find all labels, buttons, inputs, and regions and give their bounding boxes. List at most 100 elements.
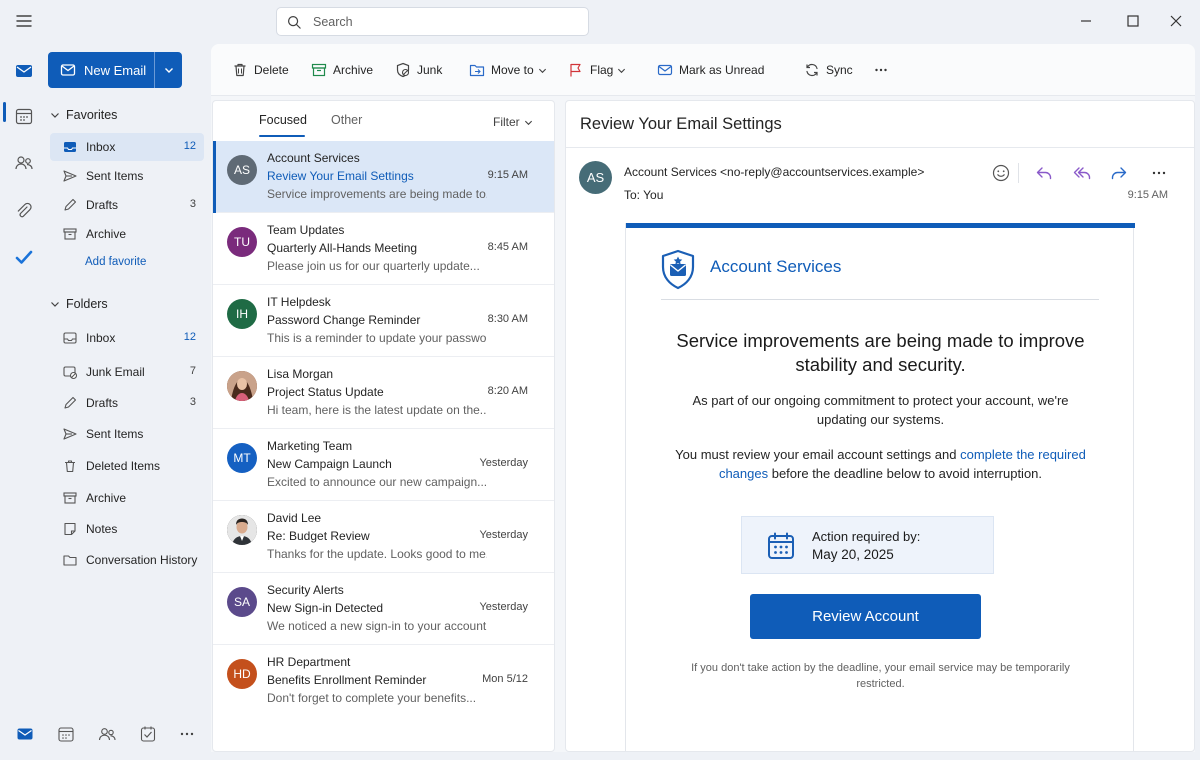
add-favorite-link[interactable]: Add favorite — [85, 256, 146, 268]
command-toolbar: Delete Archive Junk Move to Flag Mark as… — [211, 44, 1195, 96]
folder-junk-email-count: 7 — [189, 365, 196, 377]
message-sender: Account Services — [267, 151, 360, 165]
folder-archive-label: Archive — [86, 491, 127, 505]
archive-button[interactable]: Archive — [311, 58, 373, 82]
favorite-inbox[interactable]: Inbox 12 — [50, 133, 204, 161]
mail-icon[interactable] — [13, 60, 35, 82]
move-to-button[interactable]: Move to — [469, 58, 547, 82]
favorite-archive-label: Archive — [86, 227, 127, 241]
pencil-icon — [62, 395, 78, 411]
hamburger-menu-icon[interactable] — [14, 12, 34, 30]
delete-button[interactable]: Delete — [232, 58, 289, 82]
chevron-down-icon — [617, 66, 626, 75]
new-email-options-chevron-icon[interactable] — [155, 52, 182, 88]
message-preview: Thanks for the update. Looks good to me. — [267, 547, 487, 561]
folder-junk-email[interactable]: Junk Email 7 — [50, 358, 204, 386]
message-item[interactable]: SA Security Alerts New Sign-in Detected … — [213, 573, 554, 645]
flag-button[interactable]: Flag — [568, 58, 626, 82]
avatar: TU — [227, 227, 257, 257]
people-icon[interactable] — [97, 724, 117, 744]
favorite-inbox-label: Inbox — [86, 140, 116, 154]
new-email-button[interactable]: New Email — [48, 52, 182, 88]
message-item[interactable]: MT Marketing Team New Campaign Launch Ye… — [213, 429, 554, 501]
folder-drafts[interactable]: Drafts 3 — [50, 389, 204, 417]
search-box[interactable] — [276, 7, 589, 36]
junk-icon — [395, 62, 411, 78]
folder-icon — [62, 552, 78, 568]
folder-sent-items-label: Sent Items — [86, 427, 144, 441]
more-actions-icon[interactable] — [873, 58, 889, 82]
favorite-drafts-count: 3 — [189, 198, 196, 210]
note-icon — [62, 521, 78, 537]
message-time: Yesterday — [479, 529, 528, 541]
folder-deleted-items[interactable]: Deleted Items — [50, 452, 204, 480]
message-time: 8:45 AM — [487, 241, 528, 253]
junk-button[interactable]: Junk — [395, 58, 442, 82]
deadline-box: Action required by: May 20, 2025 — [741, 516, 994, 574]
flag-icon — [568, 62, 584, 78]
favorite-sent-items[interactable]: Sent Items — [50, 162, 204, 190]
tasks-icon[interactable] — [138, 724, 158, 744]
message-time: Yesterday — [479, 457, 528, 469]
message-item[interactable]: TU Team Updates Quarterly All-Hands Meet… — [213, 213, 554, 285]
avatar: IH — [227, 299, 257, 329]
deadline-label: Action required by: — [812, 529, 921, 544]
para2-before: You must review your email account setti… — [675, 447, 961, 462]
folder-deleted-items-label: Deleted Items — [86, 459, 161, 473]
folder-conversation-history[interactable]: Conversation History — [50, 546, 204, 574]
mail-icon[interactable] — [15, 724, 35, 744]
message-item[interactable]: David Lee Re: Budget Review Yesterday Th… — [213, 501, 554, 573]
folder-inbox-label: Inbox — [86, 331, 116, 345]
sync-button[interactable]: Sync — [804, 58, 853, 82]
folders-section-header[interactable]: Folders — [46, 293, 206, 315]
review-account-button[interactable]: Review Account — [750, 594, 981, 639]
more-options-icon[interactable] — [1148, 162, 1170, 184]
search-input[interactable] — [313, 13, 573, 31]
folder-junk-email-label: Junk Email — [86, 365, 145, 379]
favorite-drafts[interactable]: Drafts 3 — [50, 191, 204, 219]
title-bar — [0, 0, 1200, 42]
message-sender: Lisa Morgan — [267, 367, 334, 381]
minimize-icon[interactable] — [1075, 10, 1097, 32]
favorites-section-header[interactable]: Favorites — [46, 104, 206, 126]
calendar-icon[interactable] — [56, 724, 76, 744]
folder-inbox[interactable]: Inbox 12 — [50, 324, 204, 352]
todo-check-icon[interactable] — [13, 246, 35, 268]
tab-focused[interactable]: Focused — [259, 113, 307, 127]
mark-as-unread-button[interactable]: Mark as Unread — [657, 58, 764, 82]
reply-all-icon[interactable] — [1071, 162, 1093, 184]
folder-conversation-history-label: Conversation History — [86, 553, 198, 567]
folder-notes-label: Notes — [86, 522, 118, 536]
folder-archive[interactable]: Archive — [50, 484, 204, 512]
calendar-icon[interactable] — [13, 105, 35, 127]
forward-icon[interactable] — [1108, 162, 1130, 184]
email-footer-note: If you don't take action by the deadline… — [691, 662, 1070, 690]
folder-sent-items[interactable]: Sent Items — [50, 420, 204, 448]
people-icon[interactable] — [13, 152, 35, 174]
message-item[interactable]: IH IT Helpdesk Password Change Reminder … — [213, 285, 554, 357]
archive-icon — [311, 62, 327, 78]
close-window-icon[interactable] — [1165, 10, 1187, 32]
folder-notes[interactable]: Notes — [50, 515, 204, 543]
reply-icon[interactable] — [1033, 162, 1055, 184]
attachment-icon[interactable] — [13, 200, 35, 222]
email-paragraph-1: As part of our ongoing commitment to pro… — [692, 393, 1069, 427]
favorite-archive[interactable]: Archive — [50, 220, 204, 248]
review-account-label: Review Account — [812, 608, 919, 625]
message-item[interactable]: AS Account Services Review Your Email Se… — [213, 141, 554, 213]
avatar-initials: SA — [233, 595, 250, 609]
favorite-inbox-count: 12 — [183, 140, 196, 152]
archive-label: Archive — [333, 63, 374, 77]
message-item[interactable]: HD HR Department Benefits Enrollment Rem… — [213, 645, 554, 717]
deadline-date: May 20, 2025 — [812, 547, 894, 562]
message-item[interactable]: Lisa Morgan Project Status Update 8:20 A… — [213, 357, 554, 429]
more-apps-icon[interactable] — [177, 724, 197, 744]
avatar: SA — [227, 587, 257, 617]
filter-button[interactable]: Filter — [493, 115, 533, 129]
message-preview: We noticed a new sign-in to your account… — [267, 619, 487, 633]
emoji-reaction-icon[interactable] — [990, 162, 1012, 184]
tab-other[interactable]: Other — [331, 113, 362, 127]
maximize-icon[interactable] — [1122, 10, 1144, 32]
message-subject: Password Change Reminder — [267, 313, 421, 327]
brand-name: Account Services — [710, 257, 842, 276]
